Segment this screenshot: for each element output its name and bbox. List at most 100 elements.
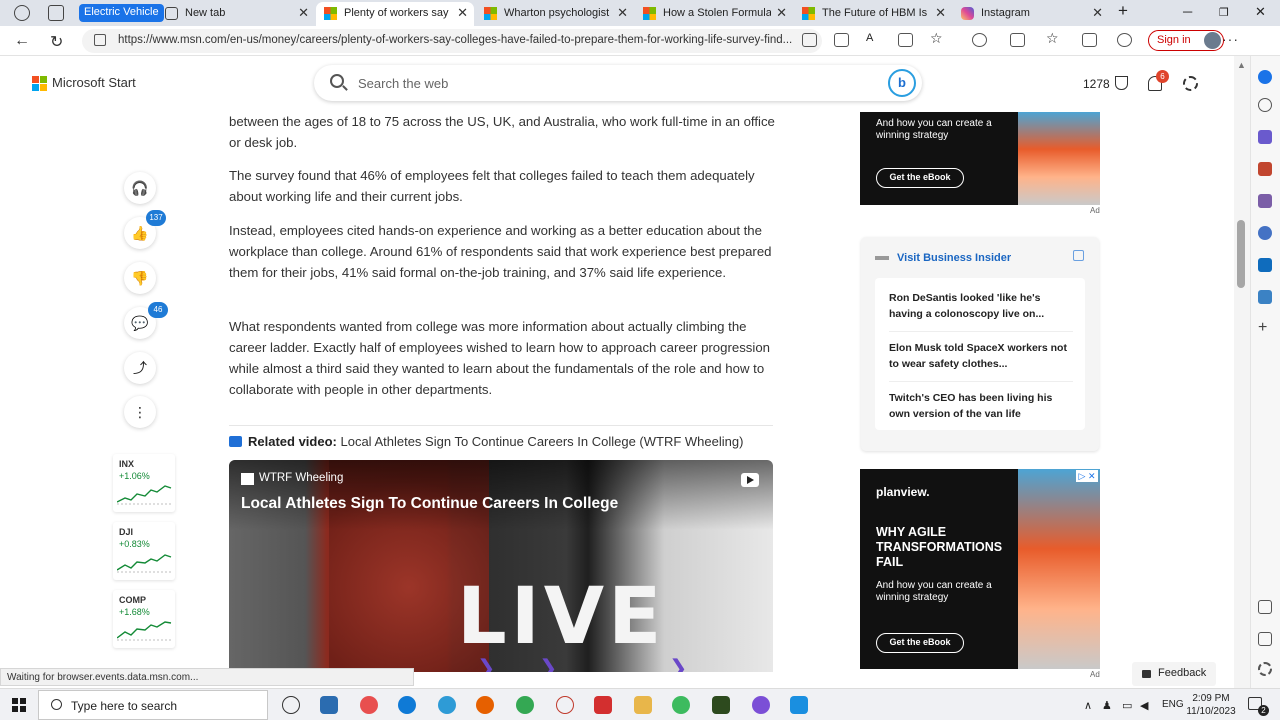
- list-item[interactable]: Elon Musk told SpaceX workers not to wea…: [889, 341, 1073, 372]
- windows-start-icon[interactable]: [12, 698, 26, 712]
- language-indicator[interactable]: ENG: [1162, 699, 1184, 710]
- listen-headphones-button[interactable]: 🎧: [124, 172, 156, 204]
- tab-wharton-psychologist[interactable]: Wharton psychologist on ✕: [476, 2, 634, 26]
- system-clock[interactable]: 2:09 PM 11/10/2023: [1186, 692, 1236, 718]
- related-video-link[interactable]: Related video: Local Athletes Sign To Co…: [229, 434, 743, 449]
- split-screen-icon[interactable]: [1010, 33, 1025, 47]
- outlook-icon[interactable]: [1258, 258, 1272, 272]
- file-explorer-icon[interactable]: [634, 696, 652, 714]
- ad-label[interactable]: Ad: [1090, 206, 1100, 215]
- collections-icon[interactable]: [1082, 33, 1097, 47]
- favorites-icon[interactable]: ☆: [1046, 30, 1061, 46]
- back-arrow-icon[interactable]: ←: [14, 32, 30, 50]
- sidebar-layout-icon[interactable]: [1258, 600, 1272, 614]
- favorite-star-icon[interactable]: ☆: [930, 30, 945, 46]
- ad-banner-top[interactable]: And how you can create a winning strateg…: [860, 112, 1100, 205]
- acrobat-icon[interactable]: [594, 696, 612, 714]
- rewards-points[interactable]: 1278: [1083, 77, 1110, 91]
- taskbar-search-box[interactable]: Type here to search: [38, 690, 268, 720]
- tab-instagram[interactable]: Instagram ✕: [953, 2, 1109, 26]
- tab-future-of-hbm[interactable]: The Future of HBM Is Lig ✕: [794, 2, 952, 26]
- volume-icon[interactable]: ◀: [1140, 699, 1148, 712]
- refresh-icon[interactable]: ↻: [50, 32, 63, 52]
- list-item[interactable]: Ron DeSantis looked 'like he's having a …: [889, 291, 1073, 322]
- tab-new-tab[interactable]: New tab ✕: [157, 2, 315, 26]
- dislike-button[interactable]: 👎: [124, 262, 156, 294]
- more-options-icon[interactable]: ···: [1222, 31, 1239, 47]
- sidebar-settings-icon[interactable]: [1258, 662, 1272, 676]
- close-tab-icon[interactable]: ✕: [935, 5, 946, 21]
- close-tab-icon[interactable]: ✕: [298, 5, 309, 21]
- bing-chat-icon[interactable]: b: [888, 69, 916, 97]
- url-field[interactable]: https://www.msn.com/en-us/money/careers/…: [82, 29, 822, 53]
- tab-actions-icon[interactable]: [48, 5, 64, 21]
- battery-icon[interactable]: ▭: [1122, 699, 1132, 712]
- stock-ticker-comp[interactable]: COMP +1.68%: [113, 590, 175, 648]
- read-aloud-icon[interactable]: A: [866, 32, 881, 46]
- task-view-icon[interactable]: [320, 696, 338, 714]
- web-search-box[interactable]: Search the web b: [314, 65, 922, 101]
- close-tab-icon[interactable]: ✕: [776, 5, 787, 21]
- tray-overflow-chevron-icon[interactable]: ∧: [1084, 699, 1092, 712]
- external-link-icon[interactable]: [1073, 250, 1084, 261]
- brand-name[interactable]: Microsoft Start: [52, 75, 136, 90]
- snipping-tool-icon[interactable]: [556, 696, 574, 714]
- screen-recorder-icon[interactable]: [360, 696, 378, 714]
- skype-icon[interactable]: [790, 696, 808, 714]
- minimize-icon[interactable]: ─: [1183, 4, 1192, 19]
- tag-icon[interactable]: [1258, 130, 1272, 144]
- tray-app-icon[interactable]: ♟: [1102, 699, 1112, 712]
- immersive-reader-icon[interactable]: [898, 33, 913, 47]
- youtube-play-icon[interactable]: [741, 473, 759, 487]
- scrollbar-thumb[interactable]: [1237, 220, 1245, 288]
- microsoft-365-icon[interactable]: [1258, 226, 1272, 240]
- scroll-up-arrow-icon[interactable]: ▲: [1237, 60, 1246, 70]
- sidebar-search-icon[interactable]: [1258, 98, 1272, 112]
- microsoft-logo-icon[interactable]: [32, 76, 48, 92]
- feedback-button[interactable]: Feedback: [1132, 662, 1216, 686]
- games-icon[interactable]: [1258, 194, 1272, 208]
- get-ebook-button[interactable]: Get the eBook: [876, 633, 964, 653]
- related-video-title[interactable]: Local Athletes Sign To Continue Careers …: [340, 434, 743, 449]
- ad-banner-planview[interactable]: planview. WHY AGILE TRANSFORMATIONS FAIL…: [860, 469, 1100, 669]
- adchoices-close-icon[interactable]: ▷ ✕: [1076, 470, 1098, 482]
- rewards-trophy-icon[interactable]: [1115, 76, 1128, 90]
- new-tab-button[interactable]: +: [1118, 1, 1128, 21]
- workspaces-icon[interactable]: [14, 5, 30, 21]
- tab-plenty-of-workers[interactable]: Plenty of workers say coll ✕: [316, 2, 474, 26]
- list-item[interactable]: Twitch's CEO has been living his own ver…: [889, 391, 1073, 422]
- tools-briefcase-icon[interactable]: [1258, 162, 1272, 176]
- stock-ticker-inx[interactable]: INX +1.06%: [113, 454, 175, 512]
- stock-ticker-dji[interactable]: DJI +0.83%: [113, 522, 175, 580]
- close-tab-icon[interactable]: ✕: [1092, 5, 1103, 21]
- browser-essentials-icon[interactable]: [1117, 33, 1132, 47]
- extensions-icon[interactable]: [972, 33, 987, 47]
- more-actions-button[interactable]: ⋮: [124, 396, 156, 428]
- tab-stolen-formula[interactable]: How a Stolen Formula Le ✕: [635, 2, 793, 26]
- close-window-icon[interactable]: ✕: [1255, 4, 1266, 20]
- apps-icon[interactable]: [834, 33, 849, 47]
- drop-icon[interactable]: [1258, 290, 1272, 304]
- sign-in-button[interactable]: Sign in: [1148, 30, 1224, 51]
- settings-gear-icon[interactable]: [1183, 76, 1198, 91]
- page-scrollbar[interactable]: [1234, 56, 1250, 688]
- video-player[interactable]: LIVE ❯ ❯ ❯ WTRF Wheeling Local Athletes …: [229, 460, 773, 672]
- tab-group-electric-vehicle[interactable]: Electric Vehicle: [79, 4, 164, 22]
- ad-label[interactable]: Ad: [1090, 670, 1100, 679]
- firefox-icon[interactable]: [476, 696, 494, 714]
- screen-cast-icon[interactable]: [802, 33, 817, 47]
- edge-browser-icon[interactable]: [398, 696, 416, 714]
- visit-business-insider-link[interactable]: Visit Business Insider: [897, 252, 1011, 264]
- restore-icon[interactable]: ❐: [1219, 6, 1229, 19]
- add-sidebar-app-icon[interactable]: +: [1258, 320, 1272, 336]
- url-text[interactable]: https://www.msn.com/en-us/money/careers/…: [118, 34, 798, 46]
- chrome-icon[interactable]: [516, 696, 534, 714]
- app-icon[interactable]: [438, 696, 456, 714]
- cortana-icon[interactable]: [282, 696, 300, 714]
- chat-app-icon[interactable]: [672, 696, 690, 714]
- get-ebook-button[interactable]: Get the eBook: [876, 168, 964, 188]
- close-tab-icon[interactable]: ✕: [617, 5, 628, 21]
- app-icon[interactable]: [752, 696, 770, 714]
- nvidia-icon[interactable]: [712, 696, 730, 714]
- open-external-icon[interactable]: [1258, 632, 1272, 646]
